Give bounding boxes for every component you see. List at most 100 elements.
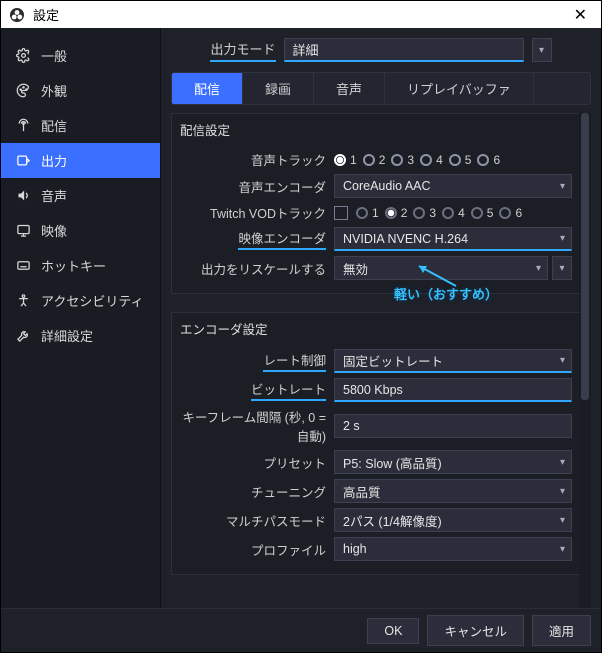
audio-track-row: 音声トラック 1 2 3 4 5 6 — [176, 150, 586, 169]
sidebar-item-accessibility[interactable]: アクセシビリティ — [1, 283, 160, 318]
sidebar-item-hotkeys[interactable]: ホットキー — [1, 248, 160, 283]
rate-control-select[interactable]: 固定ビットレート — [334, 349, 572, 373]
video-encoder-row: 映像エンコーダ NVIDIA NVENC H.264 — [176, 227, 586, 251]
sidebar-item-label: 詳細設定 — [41, 326, 93, 345]
twitch-vod-row: Twitch VODトラック 1 2 3 4 5 6 — [176, 203, 586, 222]
twitch-vod-track-1[interactable]: 1 — [356, 206, 379, 220]
twitch-vod-label: Twitch VODトラック — [176, 203, 326, 222]
output-mode-row: 出力モード 詳細 ▾ — [171, 38, 591, 62]
encoder-settings-group: エンコーダ設定 レート制御 固定ビットレート ビットレート 5800 Kbps … — [171, 312, 591, 575]
sidebar-item-general[interactable]: 一般 — [1, 38, 160, 73]
twitch-vod-checkbox[interactable] — [334, 206, 348, 220]
keyframe-row: キーフレーム間隔 (秒, 0 = 自動) 2 s — [176, 407, 586, 445]
video-encoder-label: 映像エンコーダ — [238, 228, 326, 250]
tab-audio[interactable]: 音声 — [314, 73, 385, 104]
tab-streaming[interactable]: 配信 — [172, 73, 243, 104]
tuning-select[interactable]: 高品質 — [334, 479, 572, 503]
main-panel: 出力モード 詳細 ▾ 配信 録画 音声 リプレイバッファ 配信設定 — [161, 28, 601, 608]
twitch-vod-track-3[interactable]: 3 — [413, 206, 436, 220]
tab-replay-buffer[interactable]: リプレイバッファ — [385, 73, 534, 104]
sidebar-item-label: 配信 — [41, 116, 67, 135]
rate-control-label: レート制御 — [263, 350, 326, 372]
sidebar-item-advanced[interactable]: 詳細設定 — [1, 318, 160, 353]
audio-icon — [15, 188, 31, 203]
tab-recording[interactable]: 録画 — [243, 73, 314, 104]
sidebar-item-audio[interactable]: 音声 — [1, 178, 160, 213]
app-icon — [9, 7, 25, 23]
audio-track-4[interactable]: 4 — [420, 153, 443, 167]
rescale-label: 出力をリスケールする — [176, 259, 326, 278]
preset-row: プリセット P5: Slow (高品質) — [176, 450, 586, 474]
twitch-vod-track-6[interactable]: 6 — [499, 206, 522, 220]
preset-select[interactable]: P5: Slow (高品質) — [334, 450, 572, 474]
bitrate-row: ビットレート 5800 Kbps — [176, 378, 586, 402]
titlebar: 設定 ✕ — [0, 0, 602, 28]
tuning-label: チューニング — [176, 482, 326, 501]
sidebar: 一般 外観 配信 出力 音声 映像 — [1, 28, 161, 608]
multipass-row: マルチパスモード 2パス (1/4解像度) — [176, 508, 586, 532]
tools-icon — [15, 328, 31, 343]
cancel-button[interactable]: キャンセル — [427, 615, 524, 646]
sidebar-item-label: アクセシビリティ — [41, 291, 144, 310]
sidebar-item-label: ホットキー — [41, 256, 106, 275]
ok-button[interactable]: OK — [367, 618, 419, 644]
window-frame: 一般 外観 配信 出力 音声 映像 — [0, 28, 602, 653]
twitch-vod-track-2[interactable]: 2 — [385, 206, 408, 220]
sidebar-item-output[interactable]: 出力 — [1, 143, 160, 178]
gear-icon — [15, 48, 31, 63]
close-icon[interactable]: ✕ — [568, 5, 593, 25]
preset-label: プリセット — [176, 453, 326, 472]
sidebar-item-label: 外観 — [41, 81, 67, 100]
rescale-dropdown-icon[interactable]: ▾ — [552, 256, 572, 280]
profile-select[interactable]: high — [334, 537, 572, 561]
profile-label: プロファイル — [176, 540, 326, 559]
palette-icon — [15, 83, 31, 98]
keyboard-icon — [15, 258, 31, 273]
sidebar-item-appearance[interactable]: 外観 — [1, 73, 160, 108]
audio-encoder-label: 音声エンコーダ — [176, 177, 326, 196]
stream-settings-group: 配信設定 音声トラック 1 2 3 4 5 6 音声エンコーダ — [171, 113, 591, 294]
multipass-select[interactable]: 2パス (1/4解像度) — [334, 508, 572, 532]
sidebar-item-label: 出力 — [41, 151, 67, 170]
rescale-row: 出力をリスケールする 無効 ▾ 軽い（おすすめ） — [176, 256, 586, 280]
output-mode-select[interactable]: 詳細 — [284, 38, 524, 62]
audio-track-2[interactable]: 2 — [363, 153, 386, 167]
settings-scroll: 配信設定 音声トラック 1 2 3 4 5 6 音声エンコーダ — [171, 113, 591, 608]
annotation-text: 軽い（おすすめ） — [394, 284, 498, 303]
audio-track-radios: 1 2 3 4 5 6 — [334, 153, 586, 167]
audio-track-label: 音声トラック — [176, 150, 326, 169]
bitrate-field[interactable]: 5800 Kbps — [334, 378, 572, 402]
encoder-settings-title: エンコーダ設定 — [176, 319, 586, 344]
audio-track-5[interactable]: 5 — [449, 153, 472, 167]
video-encoder-select[interactable]: NVIDIA NVENC H.264 — [334, 227, 572, 251]
twitch-vod-track-5[interactable]: 5 — [471, 206, 494, 220]
audio-track-6[interactable]: 6 — [477, 153, 500, 167]
tuning-row: チューニング 高品質 — [176, 479, 586, 503]
rescale-select[interactable]: 無効 — [334, 256, 548, 280]
rate-control-row: レート制御 固定ビットレート — [176, 349, 586, 373]
audio-track-3[interactable]: 3 — [391, 153, 414, 167]
audio-track-1[interactable]: 1 — [334, 153, 357, 167]
stream-settings-title: 配信設定 — [176, 120, 586, 145]
keyframe-label: キーフレーム間隔 (秒, 0 = 自動) — [176, 407, 326, 445]
twitch-vod-track-4[interactable]: 4 — [442, 206, 465, 220]
keyframe-field[interactable]: 2 s — [334, 414, 572, 438]
bitrate-label: ビットレート — [251, 379, 326, 401]
apply-button[interactable]: 適用 — [532, 615, 591, 646]
audio-encoder-select[interactable]: CoreAudio AAC — [334, 174, 572, 198]
window-title: 設定 — [33, 5, 59, 24]
output-mode-dropdown-icon[interactable]: ▾ — [532, 38, 552, 62]
antenna-icon — [15, 118, 31, 133]
output-icon — [15, 153, 31, 168]
profile-row: プロファイル high — [176, 537, 586, 561]
sidebar-item-video[interactable]: 映像 — [1, 213, 160, 248]
accessibility-icon — [15, 293, 31, 308]
scrollbar[interactable] — [579, 113, 591, 608]
monitor-icon — [15, 223, 31, 238]
sidebar-item-label: 映像 — [41, 221, 67, 240]
sidebar-item-stream[interactable]: 配信 — [1, 108, 160, 143]
twitch-vod-radios: 1 2 3 4 5 6 — [356, 206, 586, 220]
output-tabs: 配信 録画 音声 リプレイバッファ — [171, 72, 591, 105]
output-mode-label: 出力モード — [210, 39, 275, 62]
sidebar-item-label: 音声 — [41, 186, 67, 205]
